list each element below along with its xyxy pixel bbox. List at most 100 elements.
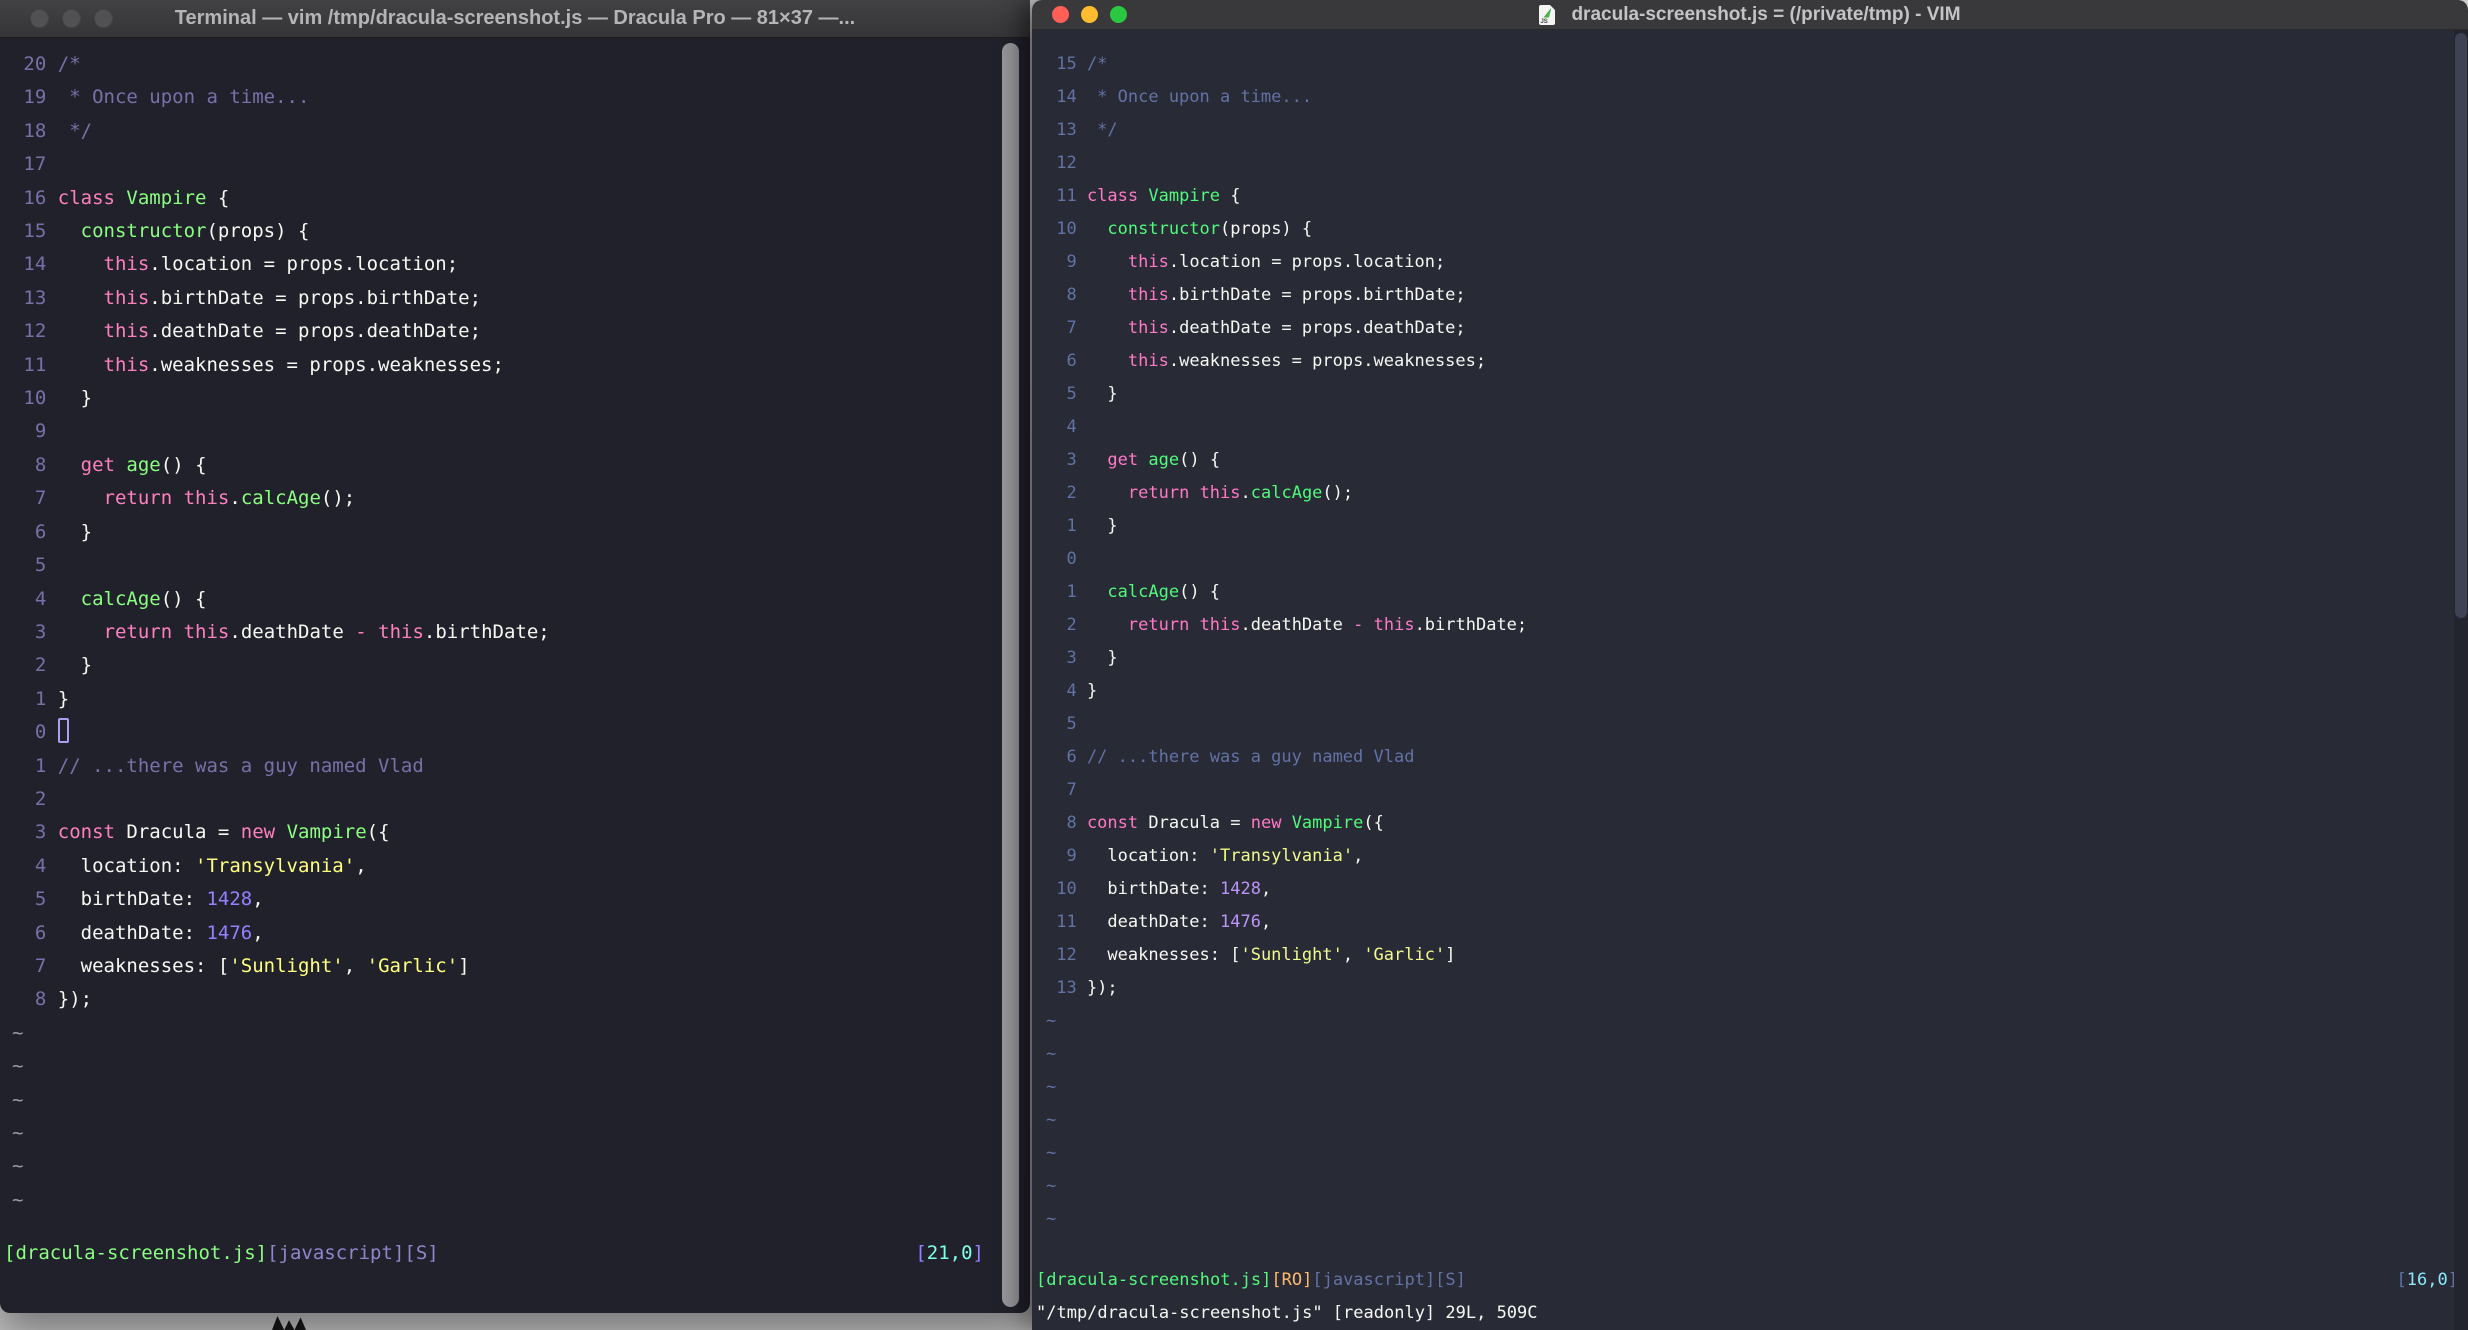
terminal-vim-content[interactable]: 20/* 19 * Once upon a time... 18 */17 16 cla…: [0, 38, 1030, 1313]
code-line: 10 }: [12, 382, 1006, 415]
code-token: this: [1127, 351, 1169, 371]
code-line: 0: [12, 716, 1006, 749]
line-number: 13: [1056, 978, 1077, 998]
code-line: 20 /*: [12, 48, 1006, 81]
background-window-fragment: [272, 1316, 306, 1330]
macvim-window-title: dracula-screenshot.js = (/private/tmp) -…: [1571, 3, 1961, 25]
line-number: 3: [34, 620, 47, 643]
code-token: this: [103, 320, 150, 343]
line-number: 1: [1066, 516, 1077, 536]
code-area[interactable]: 20/* 19 * Once upon a time... 18 */17 16 cla…: [0, 38, 1006, 1217]
code-line: 2 }: [12, 649, 1006, 682]
code-token: ]: [972, 1242, 984, 1264]
code-token: .deathDate: [1240, 615, 1354, 635]
code-line: 13 this.birthDate = props.birthDate;: [12, 282, 1006, 315]
code-token: deathDate:: [57, 921, 207, 944]
line-number: 2: [34, 787, 47, 810]
code-token: Dracula =: [114, 821, 241, 844]
line-number: 11: [1056, 912, 1077, 932]
vim-statusline: [dracula-screenshot.js][RO][javascript][…: [1036, 1264, 2458, 1297]
code-line: 12 this.deathDate = props.deathDate;: [12, 315, 1006, 348]
code-token: () {: [1179, 582, 1221, 602]
code-token: .deathDate: [229, 620, 356, 643]
zoom-button[interactable]: [1110, 6, 1127, 23]
desktop: { "left_window": { "title": "Terminal — …: [0, 0, 2468, 1330]
code-token: .location = props.location;: [149, 253, 459, 276]
tilde-line: ~: [1046, 1011, 1057, 1031]
line-number: 5: [34, 554, 47, 577]
terminal-scrollbar[interactable]: [1002, 43, 1019, 1307]
code-token: 1428: [206, 888, 253, 911]
zoom-button[interactable]: [94, 9, 113, 28]
code-line: 10 birthDate: 1428,: [1046, 873, 2444, 906]
code-token: Vampire: [286, 821, 367, 844]
macvim-titlebar[interactable]: JS dracula-screenshot.js = (/private/tmp…: [1032, 0, 2468, 30]
minimize-button[interactable]: [62, 9, 81, 28]
macvim-vim-content[interactable]: 15/* 14 * Once upon a time... 13 */12 11 cla…: [1032, 30, 2468, 1330]
code-line: 3 }: [1046, 642, 2444, 675]
line-number: 8: [34, 453, 47, 476]
line-number: 5: [34, 888, 47, 911]
code-token: [dracula-screenshot.js]: [1036, 1270, 1272, 1290]
terminal-titlebar[interactable]: Terminal — vim /tmp/dracula-screenshot.j…: [0, 0, 1030, 38]
statusline-file-info: [dracula-screenshot.js][javascript][S]: [4, 1237, 439, 1270]
code-token: location:: [1086, 846, 1210, 866]
code-token: }: [57, 520, 93, 543]
line-number: 2: [1066, 483, 1077, 503]
code-token: age: [1148, 450, 1180, 470]
code-token: .weaknesses = props.weaknesses;: [1168, 351, 1487, 371]
tilde-line: ~: [12, 1088, 24, 1111]
line-number: 9: [1066, 252, 1077, 272]
code-token: this: [103, 253, 150, 276]
code-token: 'Transylvania': [1209, 846, 1354, 866]
code-line: 13});: [1046, 972, 2444, 1005]
tilde-line: ~: [1046, 1176, 1057, 1196]
code-line: 19 * Once upon a time...: [12, 81, 1006, 114]
code-token: this: [183, 620, 230, 643]
code-token: calcAge: [1107, 582, 1180, 602]
code-token: calcAge: [80, 587, 161, 610]
code-token: return: [1127, 483, 1190, 503]
code-token: ]: [1445, 945, 1456, 965]
line-number: 10: [23, 387, 47, 410]
code-token: calcAge: [1250, 483, 1323, 503]
macvim-scrollbar-thumb[interactable]: [2455, 33, 2467, 618]
code-token: 1428: [1220, 879, 1261, 899]
tilde-line: ~: [1046, 1077, 1057, 1097]
line-number: 3: [34, 821, 47, 844]
macvim-window-title-wrap: JS dracula-screenshot.js = (/private/tmp…: [1152, 0, 2348, 29]
code-line: 5 birthDate: 1428,: [12, 883, 1006, 916]
code-token: const: [57, 821, 115, 844]
line-number: 8: [1066, 285, 1077, 305]
line-number: 2: [34, 654, 47, 677]
close-button[interactable]: [30, 9, 49, 28]
code-line: 10 constructor(props) {: [1046, 213, 2444, 246]
code-token: return: [103, 487, 173, 510]
minimize-button[interactable]: [1081, 6, 1098, 23]
code-line: 7 return this.calcAge();: [12, 482, 1006, 515]
line-number: 4: [34, 587, 47, 610]
code-area[interactable]: 15/* 14 * Once upon a time... 13 */12 11 cla…: [1032, 30, 2444, 1236]
line-number: 7: [1066, 318, 1077, 338]
code-token: });: [57, 988, 93, 1011]
code-line: 4: [1046, 411, 2444, 444]
code-token: -: [1353, 615, 1364, 635]
macvim-scrollbar-track[interactable]: [2454, 30, 2468, 1330]
close-button[interactable]: [1052, 6, 1069, 23]
code-token: [: [2396, 1270, 2407, 1290]
code-token: }: [1086, 516, 1118, 536]
code-line: 14 this.location = props.location;: [12, 248, 1006, 281]
line-number: 5: [1066, 384, 1077, 404]
js-file-icon: JS: [1539, 4, 1556, 25]
tilde-line: ~: [12, 1188, 24, 1211]
